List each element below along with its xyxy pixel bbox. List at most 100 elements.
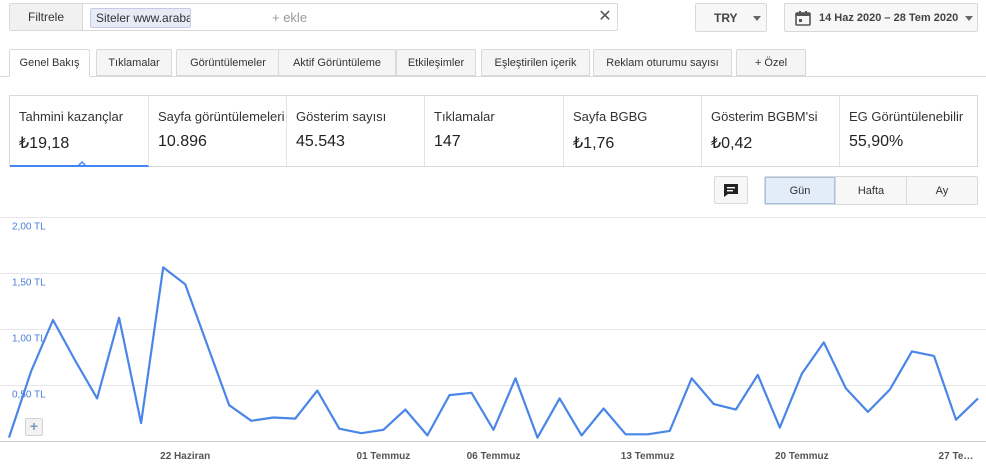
tab-page-views[interactable]: Görüntülemeler bbox=[176, 49, 280, 76]
y-tick-label: 2,00 TL bbox=[12, 222, 46, 233]
filter-bar: Filtrele Siteler www.araba ✕ bbox=[9, 3, 618, 31]
data-point bbox=[29, 370, 33, 374]
metric-label: Gösterim sayısı bbox=[296, 109, 387, 124]
tab-matched-content[interactable]: Eşleştirilen içerik bbox=[481, 49, 590, 76]
site-filter-chip[interactable]: Siteler www.araba bbox=[90, 8, 191, 28]
clear-filter-icon[interactable]: ✕ bbox=[597, 7, 613, 27]
data-point bbox=[315, 389, 319, 393]
metric-value: 147 bbox=[434, 133, 461, 150]
data-point bbox=[580, 433, 584, 437]
data-point bbox=[536, 436, 540, 440]
metric-label: Tahmini kazançlar bbox=[19, 109, 124, 124]
earnings-line-chart: 2,00 TL 1,50 TL 1,00 TL 0,50 TL 22 Haziran 01… bbox=[0, 217, 986, 462]
metric-value: ₺0,42 bbox=[711, 135, 753, 152]
data-point bbox=[7, 436, 11, 440]
x-tick-label: 27 Te… bbox=[939, 451, 974, 462]
granularity-day-button[interactable]: Gün bbox=[765, 177, 836, 204]
data-point bbox=[271, 416, 275, 420]
data-point bbox=[293, 417, 297, 421]
tab-active-view[interactable]: Aktif Görüntüleme bbox=[278, 49, 396, 76]
data-point bbox=[910, 349, 914, 353]
y-tick-label: 0,50 TL bbox=[12, 390, 46, 401]
date-range-value: 14 Haz 2020 – 28 Tem 2020 bbox=[819, 12, 959, 24]
data-point bbox=[558, 396, 562, 400]
data-point bbox=[227, 403, 231, 407]
data-point bbox=[822, 340, 826, 344]
data-point bbox=[844, 386, 848, 390]
x-tick-label: 13 Temmuz bbox=[621, 451, 675, 462]
data-point bbox=[73, 358, 77, 362]
data-point bbox=[932, 354, 936, 358]
data-point bbox=[514, 376, 518, 380]
data-point bbox=[602, 407, 606, 411]
tabs-divider bbox=[0, 76, 986, 77]
tab-clicks[interactable]: Tıklamalar bbox=[96, 49, 172, 76]
data-point bbox=[403, 408, 407, 412]
data-point bbox=[470, 391, 474, 395]
data-point bbox=[756, 373, 760, 377]
data-point bbox=[448, 393, 452, 397]
x-tick-label: 20 Temmuz bbox=[775, 451, 829, 462]
metric-active-view-viewable[interactable]: EG Görüntülenebilir 55,90% bbox=[840, 96, 977, 166]
metric-value: ₺19,18 bbox=[19, 135, 70, 152]
data-point bbox=[51, 318, 55, 322]
data-point bbox=[712, 402, 716, 406]
chevron-down-icon bbox=[753, 16, 761, 21]
metric-value: 45.543 bbox=[296, 133, 345, 150]
data-point bbox=[800, 372, 804, 376]
metric-label: Gösterim BGBM'si bbox=[711, 109, 818, 124]
add-filter-input[interactable] bbox=[272, 7, 572, 27]
x-tick-label: 22 Haziran bbox=[160, 451, 210, 462]
earnings-series-line bbox=[7, 266, 979, 439]
data-point bbox=[205, 343, 209, 347]
metric-value: ₺1,76 bbox=[573, 135, 615, 152]
tab-ad-sessions[interactable]: Reklam oturumu sayısı bbox=[593, 49, 732, 76]
data-point bbox=[183, 282, 187, 286]
data-point bbox=[492, 428, 496, 432]
annotation-button[interactable] bbox=[714, 176, 748, 204]
metric-impressions[interactable]: Gösterim sayısı 45.543 bbox=[287, 96, 425, 166]
granularity-toggle: Gün Hafta Ay bbox=[764, 176, 978, 205]
chevron-down-icon bbox=[965, 16, 973, 21]
tab-custom[interactable]: + Özel bbox=[736, 49, 806, 76]
tab-overview[interactable]: Genel Bakış bbox=[9, 49, 90, 77]
x-tick-label: 01 Temmuz bbox=[357, 451, 411, 462]
metric-clicks[interactable]: Tıklamalar 147 bbox=[425, 96, 564, 166]
data-point bbox=[624, 432, 628, 436]
tab-interactions[interactable]: Etkileşimler bbox=[396, 49, 476, 76]
metric-label: Sayfa görüntülemeleri bbox=[158, 109, 285, 124]
granularity-month-button[interactable]: Ay bbox=[907, 177, 977, 204]
data-point bbox=[954, 418, 958, 422]
y-tick-label: 1,00 TL bbox=[12, 334, 46, 345]
date-range-picker[interactable]: 14 Haz 2020 – 28 Tem 2020 bbox=[784, 3, 978, 32]
data-point bbox=[888, 388, 892, 392]
y-tick-label: 1,50 TL bbox=[12, 278, 46, 289]
filter-button[interactable]: Filtrele bbox=[10, 4, 83, 30]
data-point bbox=[866, 410, 870, 414]
zoom-plus-icon[interactable]: + bbox=[25, 418, 43, 436]
data-point bbox=[139, 421, 143, 425]
currency-select[interactable]: TRY bbox=[695, 3, 767, 32]
metric-impression-rpm[interactable]: Gösterim BGBM'si ₺0,42 bbox=[702, 96, 840, 166]
data-point bbox=[668, 429, 672, 433]
data-point bbox=[117, 316, 121, 320]
data-point bbox=[381, 428, 385, 432]
metrics-scorecard: Tahmini kazançlar ₺19,18 Sayfa görüntüle… bbox=[9, 95, 978, 167]
x-tick-label: 06 Temmuz bbox=[467, 451, 521, 462]
data-point bbox=[734, 408, 738, 412]
metric-page-views[interactable]: Sayfa görüntülemeleri 10.896 bbox=[149, 96, 287, 166]
calendar-icon bbox=[795, 11, 811, 26]
active-indicator-inner bbox=[78, 163, 86, 165]
data-point bbox=[425, 433, 429, 437]
data-point bbox=[337, 427, 341, 431]
metric-page-rpm[interactable]: Sayfa BGBG ₺1,76 bbox=[564, 96, 702, 166]
granularity-week-button[interactable]: Hafta bbox=[836, 177, 907, 204]
data-point bbox=[249, 419, 253, 423]
metric-estimated-earnings[interactable]: Tahmini kazançlar ₺19,18 bbox=[10, 96, 149, 167]
data-point bbox=[95, 396, 99, 400]
metric-label: Tıklamalar bbox=[434, 109, 495, 124]
data-point bbox=[778, 426, 782, 430]
data-point bbox=[161, 265, 165, 269]
comment-icon bbox=[724, 183, 738, 197]
metric-label: Sayfa BGBG bbox=[573, 109, 648, 124]
